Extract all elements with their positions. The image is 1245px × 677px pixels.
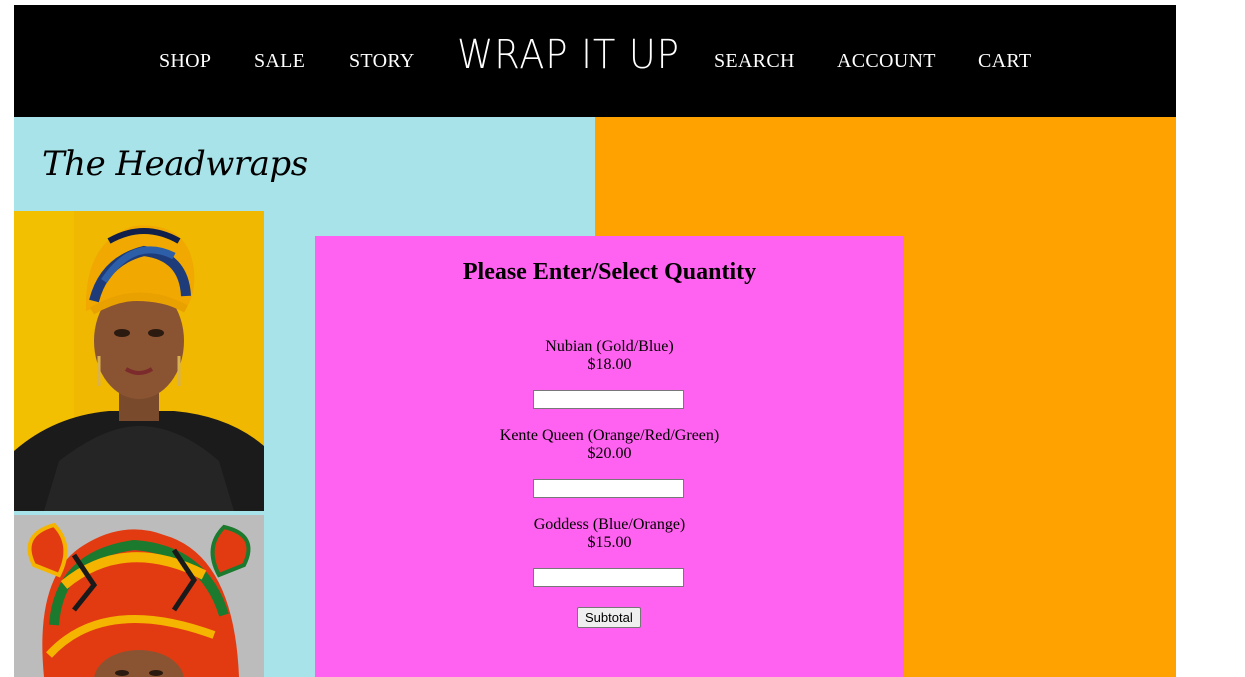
site-wrapper: SHOP SALE STORY WRAP IT UP SEARCH ACCOUN… [14, 5, 1176, 677]
product-photo-kente-queen[interactable] [14, 515, 264, 677]
headwrap-portrait-image [14, 211, 264, 511]
product-name: Nubian (Gold/Blue) [545, 338, 674, 355]
modal-heading: Please Enter/Select Quantity [462, 259, 757, 285]
nav-search[interactable]: SEARCH [714, 51, 795, 71]
quantity-modal: Please Enter/Select Quantity Nubian (Gol… [315, 236, 904, 677]
top-nav: SHOP SALE STORY WRAP IT UP SEARCH ACCOUN… [14, 5, 1176, 117]
product-price: $15.00 [587, 534, 632, 551]
nav-sale[interactable]: SALE [254, 51, 305, 71]
site-logo[interactable]: WRAP IT UP [457, 33, 680, 77]
nav-account[interactable]: ACCOUNT [837, 51, 936, 71]
quantity-input-kente-queen[interactable] [533, 479, 684, 498]
nav-cart[interactable]: CART [978, 51, 1031, 71]
kente-headwrap-image [14, 515, 264, 677]
quantity-input-nubian[interactable] [533, 390, 684, 409]
nav-shop[interactable]: SHOP [159, 51, 211, 71]
subtotal-button[interactable]: Subtotal [577, 607, 641, 628]
product-price: $20.00 [587, 445, 632, 462]
nav-story[interactable]: STORY [349, 51, 415, 71]
product-name: Kente Queen (Orange/Red/Green) [499, 427, 720, 444]
product-price: $18.00 [587, 356, 632, 373]
product-photo-nubian[interactable] [14, 211, 264, 511]
quantity-input-goddess[interactable] [533, 568, 684, 587]
product-name: Goddess (Blue/Orange) [533, 516, 686, 533]
page-title: The Headwraps [42, 144, 308, 184]
